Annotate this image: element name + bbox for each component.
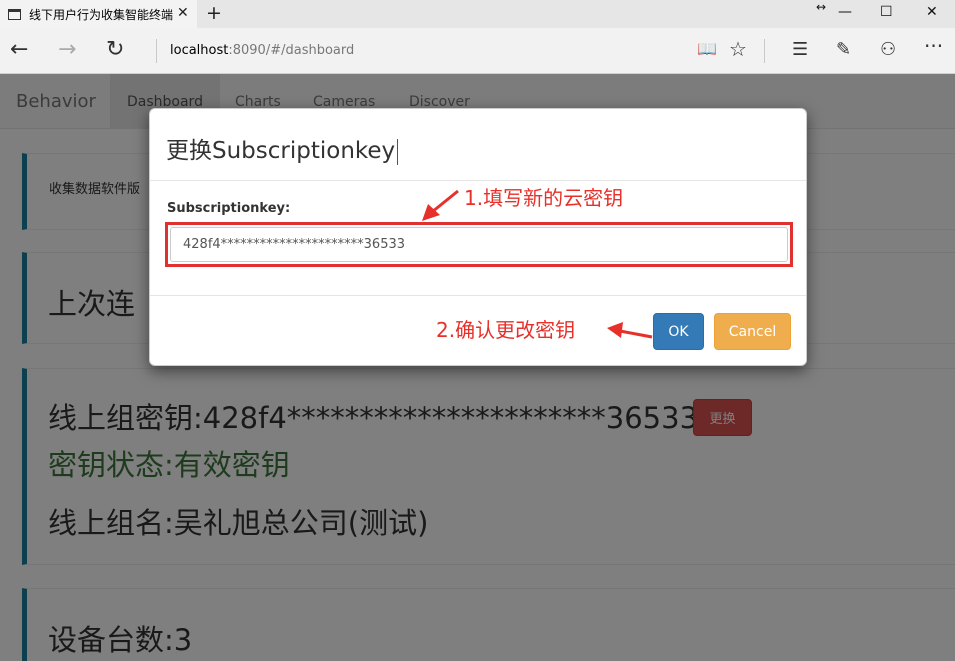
resize-icon: ↔ bbox=[816, 0, 827, 14]
dialog-header: 更换Subscriptionkey bbox=[150, 109, 806, 181]
annotation-step-1: 1.填写新的云密钥 bbox=[464, 186, 624, 210]
minimize-button[interactable]: — bbox=[838, 4, 852, 20]
address-bar[interactable]: localhost:8090/#/dashboard bbox=[170, 43, 354, 58]
close-window-button[interactable]: ✕ bbox=[926, 4, 938, 20]
ok-button[interactable]: OK bbox=[653, 313, 704, 350]
annotation-step-2: 2.确认更改密钥 bbox=[436, 318, 576, 342]
tab-close-icon[interactable]: ✕ bbox=[177, 5, 189, 21]
reading-view-icon[interactable]: 📖 bbox=[697, 39, 717, 58]
maximize-button[interactable]: ☐ bbox=[880, 4, 893, 20]
hub-icon[interactable]: ☰ bbox=[792, 39, 808, 60]
refresh-icon[interactable]: ↻ bbox=[106, 37, 124, 62]
web-page: Behavior Dashboard Charts Cameras Discov… bbox=[0, 74, 955, 661]
cancel-button[interactable]: Cancel bbox=[714, 313, 791, 350]
more-icon[interactable]: ··· bbox=[924, 34, 943, 58]
favorites-star-icon[interactable]: ☆ bbox=[729, 37, 747, 61]
browser-toolbar: ← → ↻ localhost:8090/#/dashboard 📖 ☆ ☰ ✎… bbox=[0, 28, 955, 74]
browser-title-bar: 线下用户行为收集智能终端 ✕ + ↔ — ☐ ✕ bbox=[0, 0, 955, 28]
text-caret bbox=[397, 138, 399, 165]
page-icon bbox=[8, 8, 21, 20]
toolbar-divider bbox=[156, 39, 157, 63]
browser-tab[interactable]: 线下用户行为收集智能终端 ✕ bbox=[0, 0, 197, 28]
dialog-title: 更换Subscriptionkey bbox=[166, 131, 399, 165]
subscription-key-input[interactable] bbox=[170, 227, 788, 262]
forward-icon[interactable]: → bbox=[58, 37, 76, 62]
url-path: :8090/#/dashboard bbox=[228, 43, 355, 58]
highlight-box bbox=[165, 222, 793, 267]
subscription-key-label: Subscriptionkey: bbox=[167, 201, 291, 216]
dialog-title-text: 更换Subscriptionkey bbox=[166, 138, 396, 164]
share-icon[interactable]: ⚇ bbox=[880, 39, 896, 60]
web-note-icon[interactable]: ✎ bbox=[836, 39, 851, 60]
tab-title: 线下用户行为收集智能终端 bbox=[29, 7, 174, 22]
new-tab-button[interactable]: + bbox=[206, 2, 222, 24]
url-host: localhost bbox=[170, 43, 229, 58]
toolbar-divider bbox=[764, 39, 765, 63]
back-icon[interactable]: ← bbox=[10, 37, 28, 62]
